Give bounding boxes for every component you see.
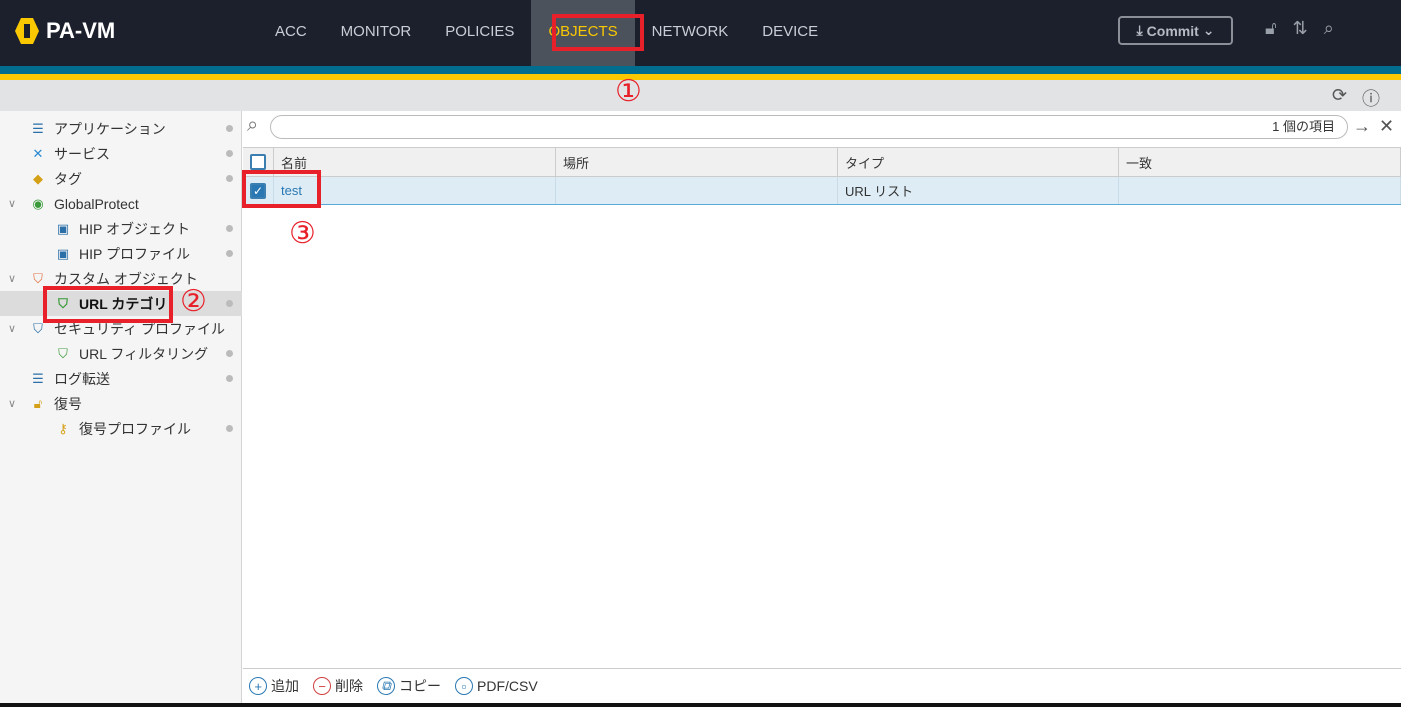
sidebar-item-globalprotect[interactable]: ∨ ◉ GlobalProtect xyxy=(0,191,242,216)
row-location xyxy=(556,177,838,204)
chevron-down-icon[interactable]: ∨ xyxy=(8,197,16,210)
annotation-box-url-category xyxy=(43,286,173,323)
chevron-down-icon[interactable]: ∨ xyxy=(8,397,16,410)
nav-network[interactable]: NETWORK xyxy=(635,0,746,66)
nav-acc[interactable]: ACC xyxy=(258,0,324,66)
sidebar-item-hip-objects[interactable]: ▣ HIP オブジェクト xyxy=(0,216,242,241)
commit-button[interactable]: ⤓ Commit ⌄ xyxy=(1118,16,1233,45)
sidebar-item-url-filtering[interactable]: ⛉ URL フィルタリング xyxy=(0,341,242,366)
delete-button[interactable]: − 削除 xyxy=(313,676,363,696)
monitor-check-icon: ▣ xyxy=(56,245,70,261)
help-icon[interactable]: ⓘ xyxy=(1362,85,1380,111)
toolbar: ⟳ ⓘ xyxy=(0,80,1401,111)
action-bar: + 追加 − 削除 ⧉ コピー ▫ PDF/CSV xyxy=(243,668,1401,703)
key-icon: ⚷ xyxy=(58,420,68,436)
refresh-icon[interactable]: ⟳ xyxy=(1332,85,1347,106)
sidebar-item-log-forwarding[interactable]: ☰ ログ転送 xyxy=(0,366,242,391)
sidebar-item-decryption-profile[interactable]: ⚷ 復号プロファイル xyxy=(0,416,242,441)
search-icon: ⌕ xyxy=(247,114,259,136)
table-row[interactable]: ✓ test URL リスト xyxy=(243,177,1401,205)
pdf-icon: ▫ xyxy=(455,677,473,695)
monitor-question-icon: ▣ xyxy=(56,220,70,236)
sidebar-item-decryption[interactable]: ∨ 🔓︎ 復号 xyxy=(0,391,242,416)
shield-url-icon: ⛉ xyxy=(58,345,68,361)
sidebar-item-applications[interactable]: ☰ アプリケーション xyxy=(0,116,242,141)
shield-gear-icon: ⛉ xyxy=(33,270,43,286)
add-button[interactable]: + 追加 xyxy=(249,676,299,696)
clear-filter-icon[interactable]: ✕ xyxy=(1379,116,1394,137)
top-header: PA-VM ACC MONITOR POLICIES OBJECTS NETWO… xyxy=(0,0,1401,66)
application-icon: ☰ xyxy=(32,120,44,136)
tag-icon: ◆ xyxy=(33,170,43,186)
chevron-down-icon: ⌄ xyxy=(1202,22,1215,38)
wrench-icon: ✕ xyxy=(32,145,44,161)
sidebar-item-services[interactable]: ✕ サービス xyxy=(0,141,242,166)
search-icon[interactable]: ⌕ xyxy=(1324,18,1334,39)
column-match[interactable]: 一致 xyxy=(1119,148,1401,176)
plus-icon: + xyxy=(249,677,267,695)
log-forward-icon: ☰ xyxy=(32,370,44,386)
nav-policies[interactable]: POLICIES xyxy=(428,0,531,66)
config-transfer-icon[interactable]: ⇅ xyxy=(1293,18,1308,39)
filter-input[interactable]: 1 個の項目 xyxy=(270,115,1348,139)
apply-filter-arrow-icon[interactable]: → xyxy=(1353,116,1371,137)
annotation-number-3: ③ xyxy=(289,216,316,251)
bottom-bar xyxy=(0,703,1401,707)
column-location[interactable]: 場所 xyxy=(556,148,838,176)
table-header: 名前 場所 タイプ 一致 xyxy=(243,147,1401,177)
minus-icon: − xyxy=(313,677,331,695)
pdf-csv-button[interactable]: ▫ PDF/CSV xyxy=(455,677,538,695)
select-all-checkbox[interactable] xyxy=(250,154,266,170)
teal-stripe xyxy=(0,66,1401,74)
main-nav: ACC MONITOR POLICIES OBJECTS NETWORK DEV… xyxy=(258,0,835,66)
nav-device[interactable]: DEVICE xyxy=(745,0,835,66)
copy-button[interactable]: ⧉ コピー xyxy=(377,676,441,696)
row-type: URL リスト xyxy=(838,177,1119,204)
lock-icon[interactable]: 🔓︎ xyxy=(1265,18,1277,39)
row-match xyxy=(1119,177,1401,204)
annotation-box-objects xyxy=(552,14,644,51)
logo-icon xyxy=(15,18,39,44)
globalprotect-icon: ◉ xyxy=(32,195,44,211)
unlock-icon: 🔓︎ xyxy=(33,395,43,411)
chevron-down-icon[interactable]: ∨ xyxy=(8,322,16,335)
sidebar-item-tags[interactable]: ◆ タグ xyxy=(0,166,242,191)
logo: PA-VM xyxy=(14,16,115,46)
nav-monitor[interactable]: MONITOR xyxy=(324,0,429,66)
sidebar-item-hip-profiles[interactable]: ▣ HIP プロファイル xyxy=(0,241,242,266)
annotation-number-1: ① xyxy=(615,74,642,109)
sidebar: ☰ アプリケーション ✕ サービス ◆ タグ ∨ ◉ GlobalProtect ▣ HIP… xyxy=(0,111,242,703)
main-panel: ⌕ 1 個の項目 → ✕ 名前 場所 タイプ 一致 ✓ test URL リスト… xyxy=(243,111,1401,703)
annotation-box-row xyxy=(242,170,321,208)
commit-icon: ⤓ xyxy=(1136,22,1143,38)
copy-icon: ⧉ xyxy=(377,677,395,695)
annotation-number-2: ② xyxy=(180,284,207,319)
column-type[interactable]: タイプ xyxy=(838,148,1119,176)
chevron-down-icon[interactable]: ∨ xyxy=(8,272,16,285)
